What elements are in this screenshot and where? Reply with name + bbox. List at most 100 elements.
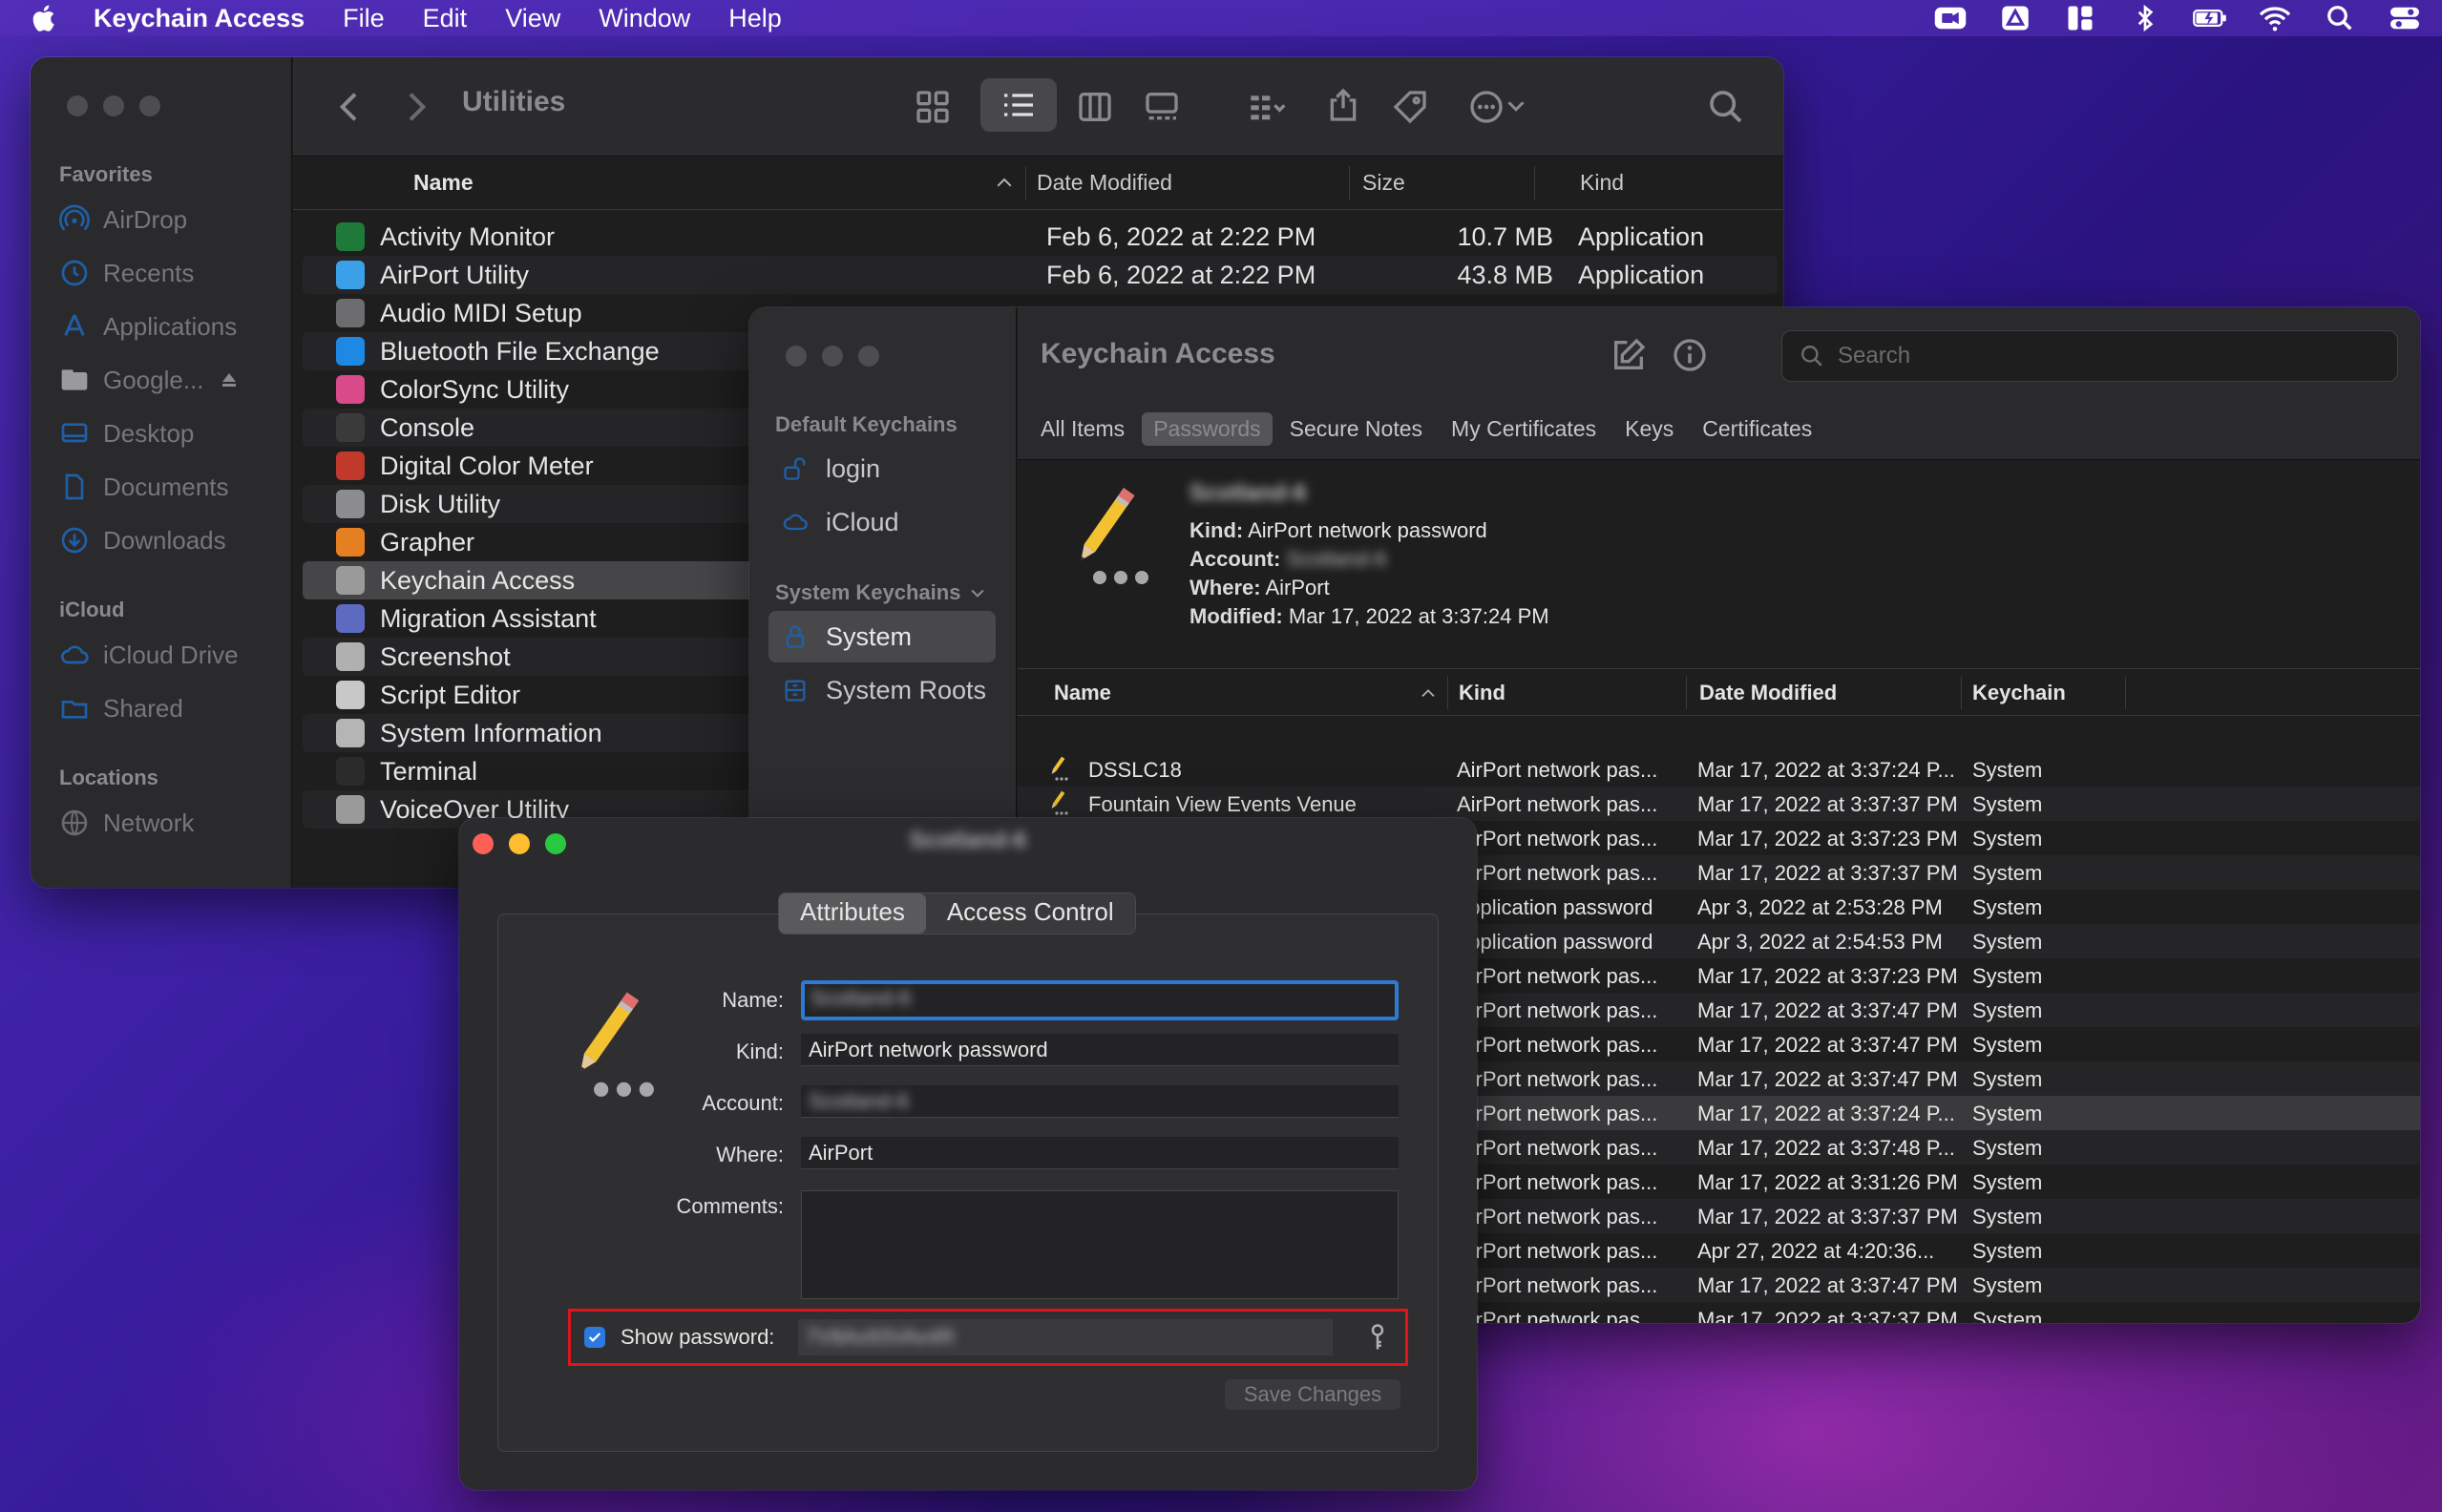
cell-keychain: System <box>1972 930 2043 954</box>
search-field[interactable]: Search <box>1781 330 2398 382</box>
column-view-icon[interactable] <box>1076 88 1114 126</box>
column-size[interactable]: Size <box>1362 170 1405 196</box>
back-icon[interactable] <box>331 88 369 126</box>
sidebar-item-documents[interactable]: Documents <box>59 468 229 506</box>
sort-ascending-icon[interactable] <box>1421 686 1436 700</box>
column-divider[interactable] <box>1534 166 1535 200</box>
info-icon[interactable] <box>1671 336 1709 374</box>
column-kind[interactable]: Kind <box>1459 681 1505 705</box>
table-row[interactable]: Activity Monitor Feb 6, 2022 at 2:22 PM 10… <box>303 218 1778 256</box>
menu-window[interactable]: Window <box>599 4 690 33</box>
sidebar-item-label: System Roots <box>826 675 987 704</box>
clock-icon <box>61 260 88 286</box>
column-name[interactable]: Name <box>1054 681 1111 705</box>
sidebar-item-downloads[interactable]: Downloads <box>59 521 226 559</box>
share-icon[interactable] <box>1324 86 1362 124</box>
tab-passwords[interactable]: Passwords <box>1142 412 1273 446</box>
password-field[interactable]: 7V8Ax93VAx4R <box>798 1319 1333 1355</box>
zoom-button[interactable] <box>139 95 160 116</box>
cell-date: Mar 17, 2022 at 3:37:48 P... <box>1697 1136 1955 1160</box>
menu-edit[interactable]: Edit <box>423 4 468 33</box>
sidebar-item-system[interactable]: System <box>768 611 996 662</box>
sidebar-item-icloud-drive[interactable]: iCloud Drive <box>59 636 239 674</box>
sidebar-item-google-drive[interactable]: Google... <box>59 361 241 399</box>
wifi-icon[interactable] <box>2257 4 2293 32</box>
forward-icon[interactable] <box>396 88 434 126</box>
close-button[interactable] <box>67 95 88 116</box>
menu-app-name[interactable]: Keychain Access <box>94 4 305 33</box>
battery-icon[interactable] <box>2192 4 2228 32</box>
sidebar-item-recents[interactable]: Recents <box>59 254 194 292</box>
new-item-icon[interactable] <box>1610 336 1648 374</box>
apple-icon[interactable] <box>29 2 61 34</box>
sidebar-item-system-roots[interactable]: System Roots <box>768 664 996 716</box>
tab-all-items[interactable]: All Items <box>1029 412 1136 446</box>
control-center-icon[interactable] <box>2387 4 2423 32</box>
tab-attributes[interactable]: Attributes <box>779 893 926 934</box>
comments-field[interactable] <box>801 1190 1399 1299</box>
sidebar-item-applications[interactable]: Applications <box>59 307 237 346</box>
sidebar-item-shared[interactable]: Shared <box>59 689 183 727</box>
minimize-button[interactable] <box>822 346 843 367</box>
show-password-highlight: Show password: 7V8Ax93VAx4R <box>568 1309 1408 1366</box>
spotlight-search-icon[interactable] <box>2322 4 2358 32</box>
sidebar-item-airdrop[interactable]: AirDrop <box>59 200 187 239</box>
name-field[interactable]: Scotland-6 <box>801 980 1399 1020</box>
table-row[interactable]: AirPort Utility Feb 6, 2022 at 2:22 PM 43.… <box>303 256 1778 294</box>
key-icon[interactable] <box>1363 1323 1392 1352</box>
menu-help[interactable]: Help <box>728 4 782 33</box>
eject-icon[interactable] <box>218 368 241 391</box>
save-changes-button[interactable]: Save Changes <box>1225 1379 1400 1410</box>
more-actions-icon[interactable] <box>1467 88 1505 126</box>
tab-keys[interactable]: Keys <box>1613 412 1685 446</box>
tab-my-certificates[interactable]: My Certificates <box>1440 412 1608 446</box>
table-row[interactable]: Fountain View Events Venue AirPort networ… <box>1018 787 2420 821</box>
video-camera-icon[interactable] <box>1932 4 1968 32</box>
cell-keychain: System <box>1972 964 2043 988</box>
chevron-down-icon[interactable] <box>1502 92 1530 120</box>
menu-view[interactable]: View <box>505 4 560 33</box>
column-date-modified[interactable]: Date Modified <box>1699 681 1837 705</box>
sort-ascending-icon[interactable] <box>996 176 1013 189</box>
list-view-button[interactable] <box>980 78 1057 132</box>
layout-icon[interactable] <box>2062 4 2098 32</box>
sidebar-item-login[interactable]: login <box>768 443 996 494</box>
column-divider[interactable] <box>1447 677 1448 709</box>
icon-view-icon[interactable] <box>914 88 952 126</box>
group-by-icon[interactable] <box>1248 88 1286 126</box>
table-row[interactable]: DSSLC18 AirPort network pas... Mar 17, 202… <box>1018 752 2420 787</box>
show-password-checkbox[interactable] <box>584 1327 605 1348</box>
chevron-down-icon[interactable] <box>968 583 987 602</box>
account-field[interactable]: Scotland-6 <box>801 1085 1399 1118</box>
tab-access-control[interactable]: Access Control <box>926 893 1135 934</box>
search-icon[interactable] <box>1707 88 1745 126</box>
column-divider[interactable] <box>1025 166 1026 200</box>
column-name[interactable]: Name <box>413 170 474 196</box>
column-divider[interactable] <box>1349 166 1350 200</box>
gallery-view-icon[interactable] <box>1143 88 1181 126</box>
app-icon <box>336 222 365 251</box>
tab-certificates[interactable]: Certificates <box>1691 412 1823 446</box>
sidebar-item-desktop[interactable]: Desktop <box>59 414 194 452</box>
tag-icon[interactable] <box>1391 88 1429 126</box>
bluetooth-icon[interactable] <box>2127 4 2163 32</box>
kind-field[interactable]: AirPort network password <box>801 1034 1399 1066</box>
menu-file[interactable]: File <box>343 4 385 33</box>
close-button[interactable] <box>786 346 807 367</box>
drive-icon[interactable] <box>1997 4 2033 32</box>
column-divider[interactable] <box>1961 677 1962 709</box>
column-divider[interactable] <box>1686 677 1687 709</box>
sidebar-item-network[interactable]: Network <box>59 804 194 842</box>
cell-name: Script Editor <box>380 680 521 709</box>
minimize-button[interactable] <box>103 95 124 116</box>
column-divider[interactable] <box>2125 677 2126 709</box>
column-kind[interactable]: Kind <box>1580 170 1624 196</box>
column-date-modified[interactable]: Date Modified <box>1037 170 1172 196</box>
where-field[interactable]: AirPort <box>801 1137 1399 1169</box>
app-icon <box>336 413 365 442</box>
system-keychains-header[interactable]: System Keychains <box>775 580 987 605</box>
zoom-button[interactable] <box>858 346 879 367</box>
sidebar-item-icloud[interactable]: iCloud <box>768 496 996 548</box>
tab-secure-notes[interactable]: Secure Notes <box>1278 412 1434 446</box>
column-keychain[interactable]: Keychain <box>1972 681 2066 705</box>
